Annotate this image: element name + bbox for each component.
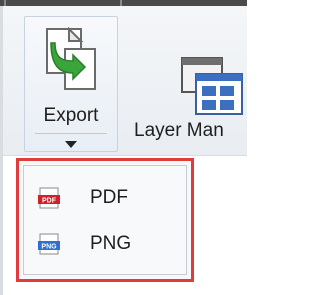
export-ribbon-screenshot: Export Layer Man PDF PDF PNG PNG bbox=[0, 0, 247, 295]
export-label: Export bbox=[43, 105, 99, 126]
menu-item-png[interactable]: PNG PNG bbox=[24, 222, 186, 266]
left-edge bbox=[0, 6, 3, 295]
layer-manager-label: Layer Man bbox=[134, 120, 224, 141]
export-button[interactable]: Export bbox=[24, 16, 118, 152]
export-icon bbox=[46, 27, 96, 90]
svg-text:PDF: PDF bbox=[42, 198, 57, 205]
layer-manager-icon bbox=[181, 57, 243, 115]
export-divider bbox=[35, 133, 107, 134]
chevron-down-icon[interactable] bbox=[63, 139, 79, 149]
pdf-icon: PDF bbox=[38, 187, 60, 209]
menu-item-pdf[interactable]: PDF PDF bbox=[24, 176, 186, 220]
png-icon: PNG bbox=[38, 233, 60, 255]
menu-item-pdf-label: PDF bbox=[90, 187, 128, 208]
svg-text:PNG: PNG bbox=[41, 244, 57, 251]
export-dropdown-menu: PDF PDF PNG PNG bbox=[16, 158, 194, 282]
layer-manager-button[interactable]: Layer Man bbox=[130, 16, 247, 152]
menu-panel: PDF PDF PNG PNG bbox=[23, 165, 187, 275]
menu-item-png-label: PNG bbox=[90, 233, 132, 254]
